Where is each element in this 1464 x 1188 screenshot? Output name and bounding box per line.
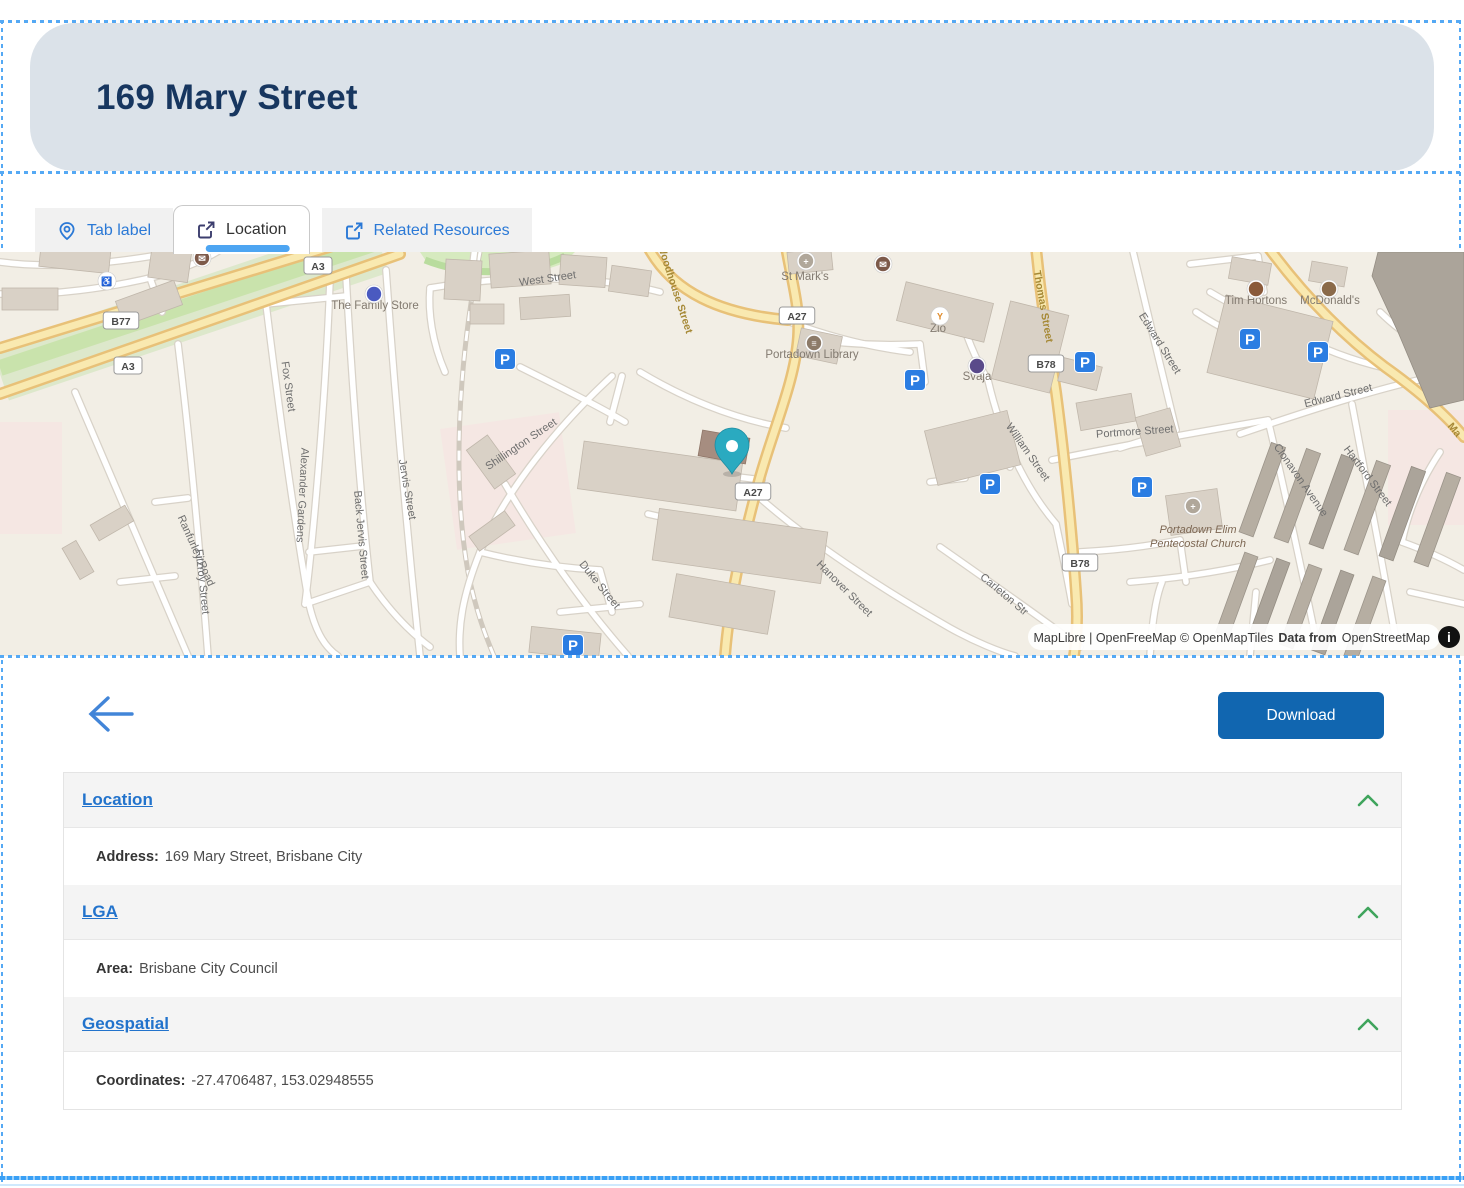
- svg-text:P: P: [1137, 480, 1147, 497]
- svg-text:A3: A3: [311, 261, 325, 273]
- parking-icon: P: [563, 635, 584, 656]
- shop-icon: [968, 357, 986, 375]
- active-tab-indicator: [206, 245, 290, 252]
- coffee-icon: [1247, 280, 1265, 298]
- chevron-up-icon[interactable]: [1357, 1017, 1379, 1031]
- field-label: Area:: [96, 961, 133, 977]
- route-badge: A3: [304, 257, 332, 274]
- page-title: 169 Mary Street: [30, 23, 1434, 118]
- svg-text:A27: A27: [787, 311, 806, 323]
- svg-text:P: P: [985, 477, 995, 494]
- svg-text:P: P: [500, 352, 510, 369]
- accordion-header-geospatial[interactable]: Geospatial: [64, 997, 1401, 1052]
- section-title[interactable]: Geospatial: [82, 1014, 169, 1034]
- property-page: 169 Mary Street Tab label Location: [0, 0, 1464, 1188]
- mail-icon: ✉: [874, 255, 892, 273]
- svg-text:MapLibre | OpenFreeMap © OpenM: MapLibre | OpenFreeMap © OpenMapTilesDat…: [1034, 631, 1431, 645]
- map-poi-label: Portadown Elim: [1159, 524, 1236, 536]
- svg-text:Y: Y: [937, 312, 943, 322]
- back-button[interactable]: [84, 690, 138, 738]
- page-header: 169 Mary Street: [30, 23, 1434, 171]
- parking-icon: P: [905, 370, 926, 391]
- svg-text:B78: B78: [1036, 359, 1055, 371]
- tab-bar: Tab label Location Related Reso: [35, 206, 532, 254]
- section-row-area: Area: Brisbane City Council: [64, 940, 1401, 997]
- map[interactable]: Ranfurley RoadFitzroy StreetFox StreetAl…: [0, 252, 1464, 656]
- restaurant-icon: Y: [931, 307, 949, 325]
- svg-text:B78: B78: [1070, 558, 1089, 570]
- svg-text:✉: ✉: [879, 260, 887, 270]
- route-badge: A27: [779, 307, 815, 324]
- route-badge: B77: [103, 312, 139, 329]
- field-value: Brisbane City Council: [139, 961, 278, 977]
- route-badge: A27: [735, 483, 771, 500]
- chevron-up-icon[interactable]: [1357, 793, 1379, 807]
- store-icon: [365, 285, 383, 303]
- svg-text:P: P: [910, 373, 920, 390]
- map-attribution: MapLibre | OpenFreeMap © OpenMapTilesDat…: [1028, 624, 1440, 650]
- svg-text:+: +: [1190, 502, 1195, 512]
- svg-text:P: P: [1080, 355, 1090, 372]
- map-poi-label: Pentecostal Church: [1150, 538, 1246, 550]
- accordion-header-location[interactable]: Location: [64, 773, 1401, 828]
- field-value: 169 Mary Street, Brisbane City: [165, 849, 362, 865]
- field-label: Coordinates:: [96, 1073, 185, 1089]
- map-pin-icon: [57, 221, 77, 241]
- svg-text:B77: B77: [111, 316, 130, 328]
- svg-text:✉: ✉: [198, 254, 206, 264]
- svg-text:≡: ≡: [811, 339, 816, 349]
- section-title[interactable]: LGA: [82, 902, 118, 922]
- field-value: -27.4706487, 153.02948555: [191, 1073, 373, 1089]
- library-icon: ≡: [805, 334, 823, 352]
- map-info-button[interactable]: i: [1438, 626, 1460, 648]
- tab-label: Related Resources: [374, 222, 510, 240]
- svg-text:i: i: [1447, 629, 1451, 645]
- parking-icon: P: [1075, 352, 1096, 373]
- section-row-coordinates: Coordinates: -27.4706487, 153.02948555: [64, 1052, 1401, 1109]
- svg-text:+: +: [803, 257, 808, 267]
- tab-label: Location: [226, 221, 287, 239]
- download-button[interactable]: Download: [1218, 692, 1384, 739]
- map-poi-label: St Mark's: [781, 271, 829, 283]
- svg-text:A27: A27: [743, 487, 762, 499]
- svg-text:A3: A3: [121, 361, 135, 373]
- route-badge: A3: [114, 357, 142, 374]
- details-accordion: Location Address: 169 Mary Street, Brisb…: [63, 772, 1402, 1110]
- parking-icon: P: [1308, 342, 1329, 363]
- selection-border-header-bottom: [0, 171, 1464, 174]
- parking-icon: P: [1132, 477, 1153, 498]
- parking-icon: P: [495, 349, 516, 370]
- field-label: Address:: [96, 849, 159, 865]
- tab-related-resources[interactable]: Related Resources: [322, 208, 532, 254]
- svg-text:P: P: [568, 638, 578, 655]
- tab-label: Tab label: [87, 222, 151, 240]
- svg-text:♿: ♿: [101, 276, 112, 287]
- page-bottom-divider: [0, 1184, 1464, 1186]
- svg-text:P: P: [1245, 332, 1255, 349]
- mail-icon: ✉: [193, 252, 211, 267]
- parking-icon: P: [980, 474, 1001, 495]
- accordion-header-lga[interactable]: LGA: [64, 885, 1401, 940]
- parking-icon: P: [1240, 329, 1261, 350]
- external-link-icon: [196, 220, 216, 240]
- fastfood-icon: [1320, 280, 1338, 298]
- back-arrow-icon: [84, 690, 138, 738]
- route-badge: B78: [1028, 355, 1064, 372]
- section-title[interactable]: Location: [82, 790, 153, 810]
- wheelchair-icon: ♿: [98, 272, 116, 290]
- church-icon: +: [1184, 497, 1202, 515]
- chevron-up-icon[interactable]: [1357, 905, 1379, 919]
- tab-label-tab[interactable]: Tab label: [35, 208, 173, 254]
- external-link-icon: [344, 221, 364, 241]
- tab-location[interactable]: Location: [173, 205, 310, 254]
- section-row-address: Address: 169 Mary Street, Brisbane City: [64, 828, 1401, 885]
- selection-border-bottom: [0, 1176, 1464, 1180]
- svg-text:P: P: [1313, 345, 1323, 362]
- church-icon: +: [797, 252, 815, 270]
- route-badge: B78: [1062, 554, 1098, 571]
- selection-border-map-bottom: [0, 655, 1464, 658]
